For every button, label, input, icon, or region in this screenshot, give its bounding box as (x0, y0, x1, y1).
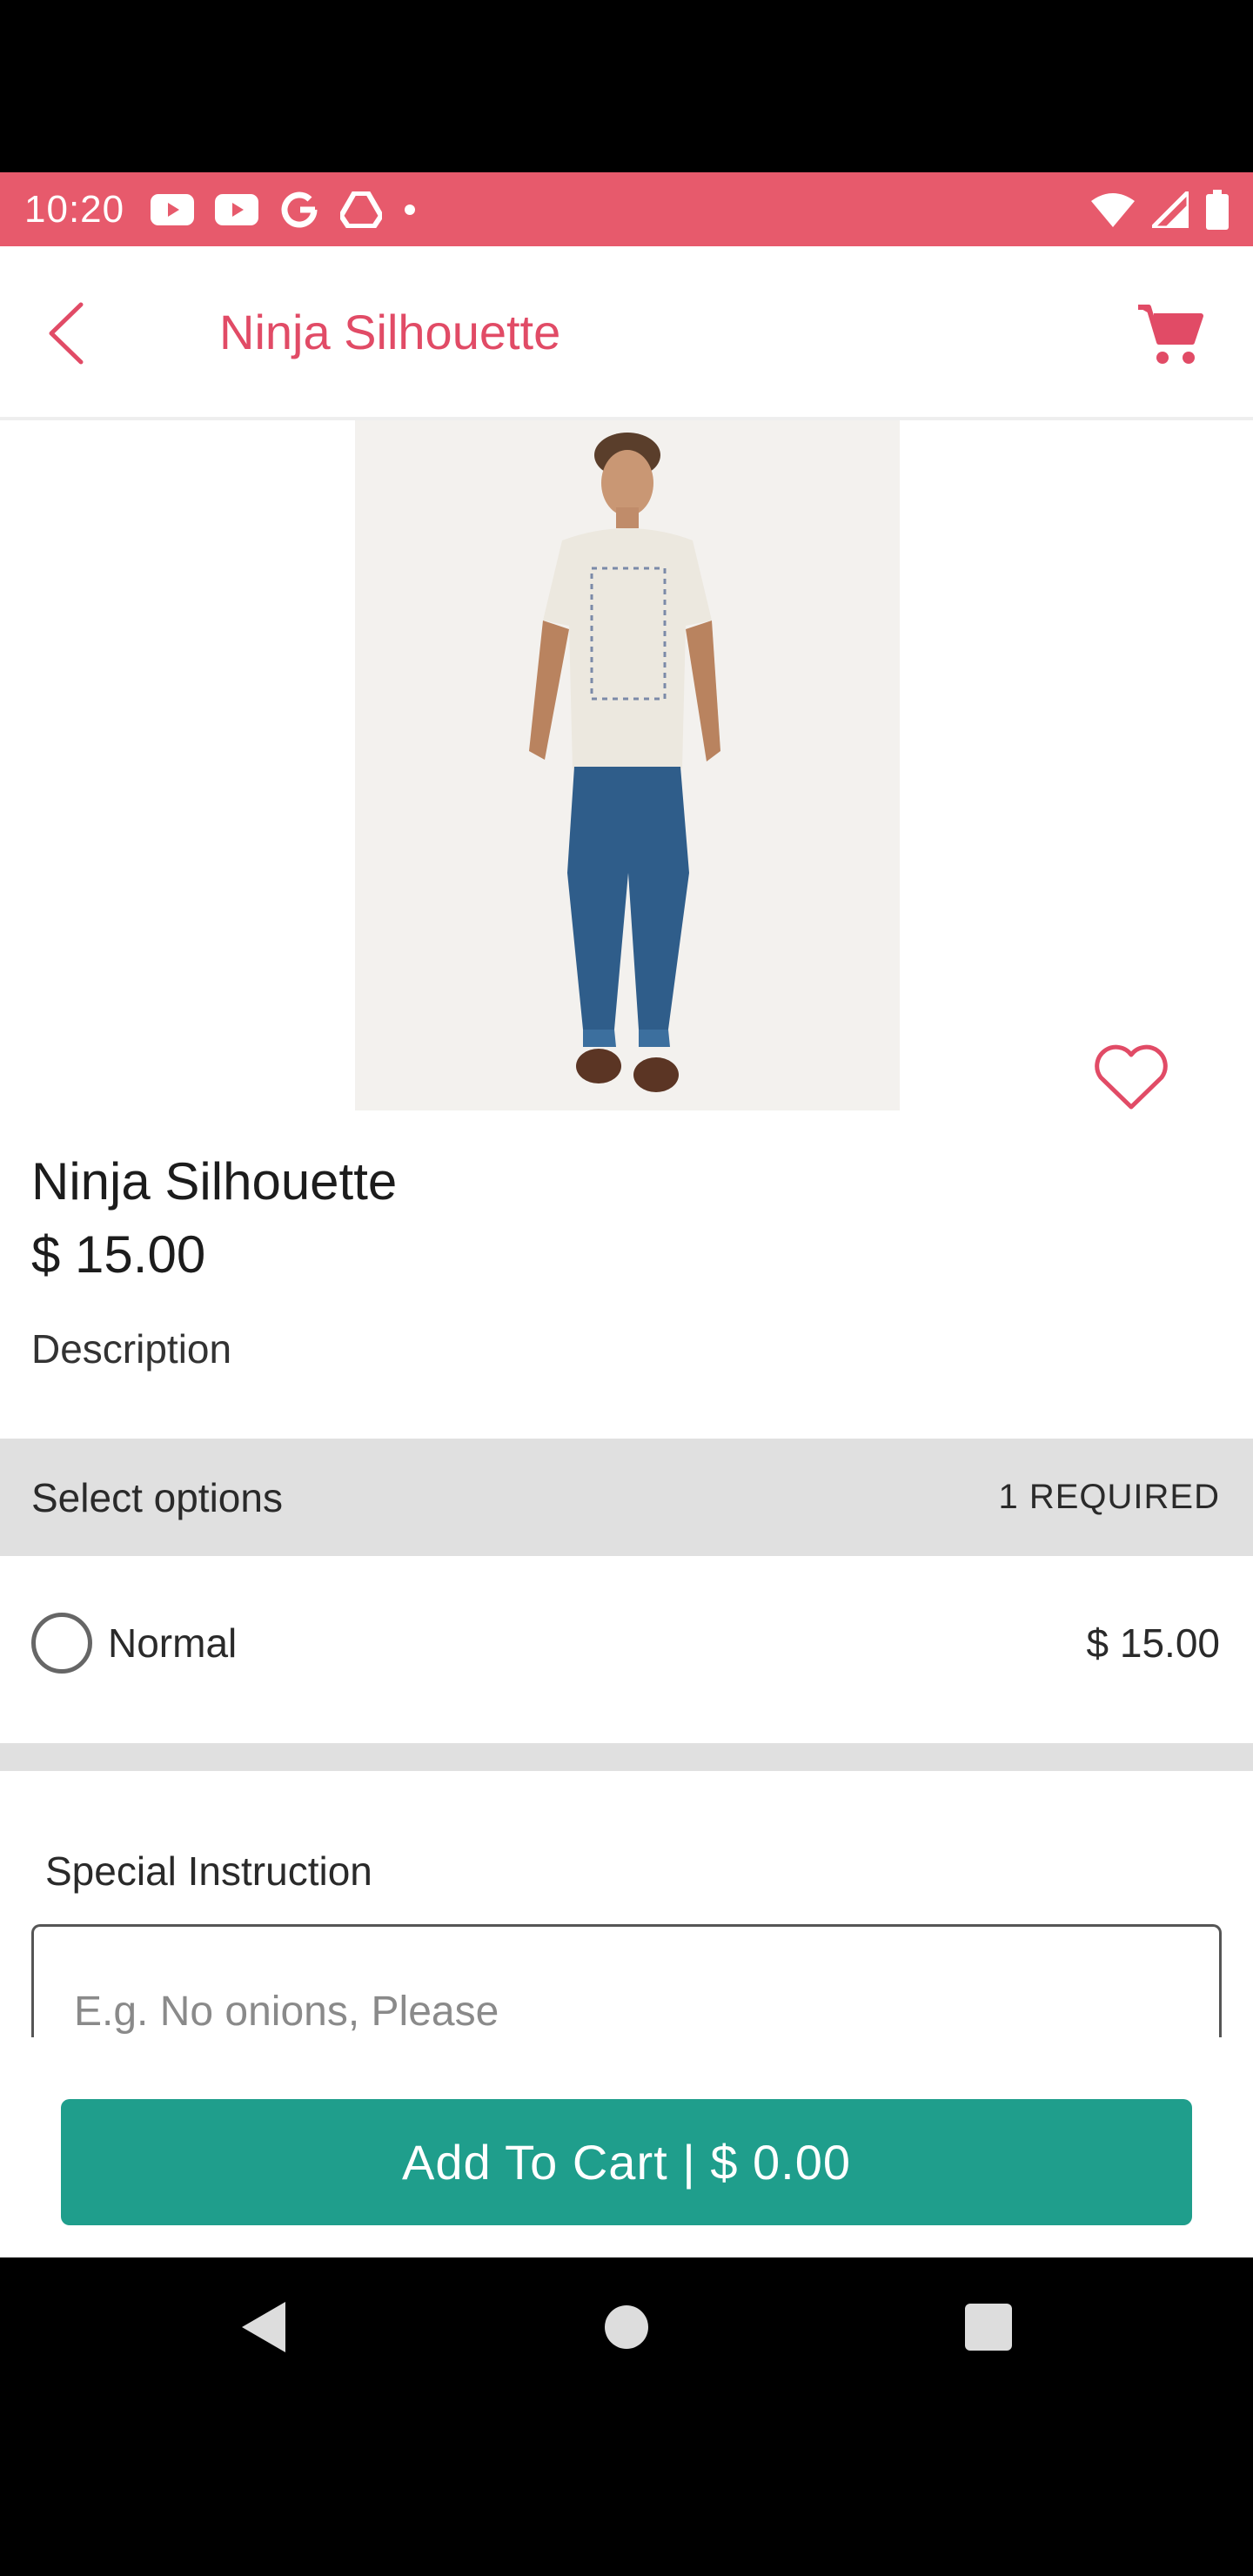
drive-icon (340, 191, 383, 228)
notification-icons (151, 190, 417, 230)
page-title: Ninja Silhouette (219, 305, 561, 359)
nav-back-icon (242, 2302, 285, 2352)
bottom-action-bar: Add To Cart | $ 0.00 (0, 2037, 1253, 2257)
product-name: Ninja Silhouette (31, 1152, 398, 1211)
section-divider (0, 1743, 1253, 1771)
cart-icon (1138, 305, 1203, 364)
signal-icon (1152, 191, 1189, 228)
navigation-bar (0, 2257, 1253, 2397)
nav-recents-button[interactable] (954, 2292, 1023, 2362)
nav-home-button[interactable] (592, 2292, 661, 2362)
options-title: Select options (31, 1474, 283, 1520)
product-details: Ninja Silhouette $ 15.00 Description Sel… (0, 420, 1253, 2037)
system-icons (1091, 189, 1229, 230)
required-badge: 1 REQUIRED (998, 1478, 1220, 1516)
back-arrow-icon (49, 302, 84, 365)
option-price: $ 15.00 (1086, 1620, 1220, 1666)
description-label: Description (31, 1326, 232, 1372)
nav-home-icon (605, 2305, 648, 2349)
favorite-button[interactable] (1089, 1038, 1173, 1117)
radio-button[interactable] (31, 1613, 92, 1674)
app-screen: 10:20 Ninja Silhouette Ninja Silhouette … (0, 0, 1253, 2576)
youtube-icon (215, 193, 259, 225)
battery-icon (1206, 189, 1229, 230)
options-header: Select options 1 REQUIRED (0, 1439, 1253, 1556)
add-to-cart-button[interactable]: Add To Cart | $ 0.00 (61, 2099, 1192, 2225)
product-price: $ 15.00 (31, 1225, 206, 1284)
status-time: 10:20 (24, 187, 125, 231)
model-photo (355, 420, 900, 1110)
youtube-icon (151, 193, 195, 225)
cart-button[interactable] (1131, 297, 1209, 372)
back-button[interactable] (35, 299, 96, 368)
product-image (355, 420, 900, 1110)
app-bar: Ninja Silhouette (0, 246, 1253, 420)
heart-icon (1095, 1044, 1168, 1110)
wifi-icon (1091, 192, 1135, 227)
nav-back-button[interactable] (228, 2292, 298, 2362)
dot-icon (403, 203, 417, 217)
option-normal[interactable]: Normal $ 15.00 (0, 1556, 1253, 1730)
special-instruction-input[interactable] (31, 1924, 1222, 2037)
special-instruction-label: Special Instruction (45, 1848, 372, 1894)
option-label: Normal (108, 1620, 238, 1666)
status-bar: 10:20 (0, 172, 1253, 246)
nav-recents-icon (965, 2304, 1012, 2351)
google-icon (279, 190, 319, 230)
